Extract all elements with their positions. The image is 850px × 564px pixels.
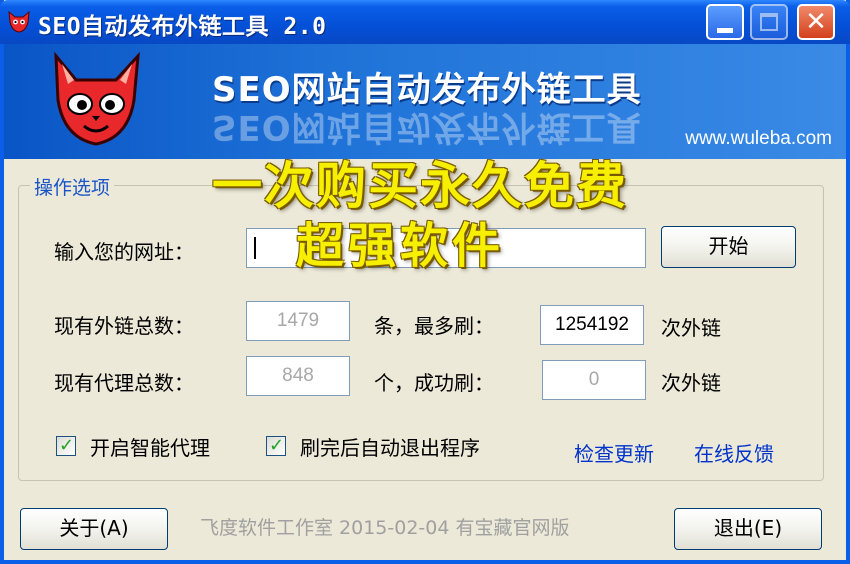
start-button-label: 开始 — [708, 234, 749, 258]
links-total-value: 1479 — [276, 310, 320, 331]
links-total-field: 1479 — [246, 301, 350, 341]
about-button[interactable]: 关于(A) — [20, 508, 168, 550]
auto-exit-label[interactable]: 刷完后自动退出程序 — [300, 432, 480, 461]
max-count-unit: 次外链 — [661, 316, 721, 340]
maximize-button[interactable] — [750, 4, 788, 40]
smart-proxy-label[interactable]: 开启智能代理 — [90, 432, 210, 461]
banner-website: www.wuleba.com — [685, 128, 832, 149]
exit-button-label: 退出(E) — [713, 516, 783, 540]
auto-exit-checkbox[interactable]: ✓ — [266, 435, 286, 456]
url-label: 输入您的网址： — [54, 240, 194, 264]
proxy-total-field: 848 — [246, 356, 350, 396]
check-update-link[interactable]: 检查更新 — [574, 438, 654, 467]
proxy-total-value: 848 — [282, 365, 314, 386]
banner-title: SEO网站自动发布外链工具 — [212, 70, 642, 110]
start-button[interactable]: 开始 — [661, 226, 796, 268]
checkmark-icon: ✓ — [269, 435, 285, 456]
proxy-total-label: 现有代理总数： — [54, 371, 194, 395]
feedback-link[interactable]: 在线反馈 — [694, 438, 774, 467]
smart-proxy-checkbox[interactable]: ✓ — [56, 435, 76, 456]
maximize-icon — [760, 13, 778, 31]
checkmark-icon: ✓ — [59, 435, 75, 456]
close-icon: ✕ — [805, 7, 827, 37]
cat-mascot-logo — [54, 51, 140, 146]
cat-app-icon — [8, 10, 30, 33]
title-bar[interactable]: SEO自动发布外链工具 2.0 ✕ — [0, 0, 850, 44]
success-count-unit: 次外链 — [661, 371, 721, 395]
minimize-button[interactable] — [706, 4, 744, 40]
header-banner: SEO网站自动发布外链工具 SEO网站自动发布外链工具 www.wuleba.c… — [4, 44, 846, 159]
text-caret — [254, 237, 256, 259]
max-count-input[interactable]: 1254192 — [540, 305, 644, 345]
groupbox-legend: 操作选项 — [30, 173, 115, 200]
max-count-value: 1254192 — [555, 314, 629, 335]
close-button[interactable]: ✕ — [797, 4, 835, 40]
success-count-label: 个，成功刷： — [374, 371, 494, 395]
success-count-value: 0 — [588, 369, 600, 390]
minimize-icon — [717, 28, 733, 33]
exit-button[interactable]: 退出(E) — [674, 508, 822, 550]
promo-subheadline: 超强软件 — [296, 218, 505, 274]
window-title: SEO自动发布外链工具 2.0 — [38, 14, 327, 40]
footer-info: 飞度软件工作室 2015-02-04 有宝藏官网版 — [200, 517, 570, 539]
app-window: SEO自动发布外链工具 2.0 ✕ SEO网站自动发布外链工具 SEO网站自动发… — [0, 0, 850, 564]
success-count-field: 0 — [542, 360, 646, 400]
links-total-label: 现有外链总数： — [54, 314, 194, 338]
max-count-label: 条，最多刷： — [374, 314, 494, 338]
about-button-label: 关于(A) — [59, 516, 129, 540]
